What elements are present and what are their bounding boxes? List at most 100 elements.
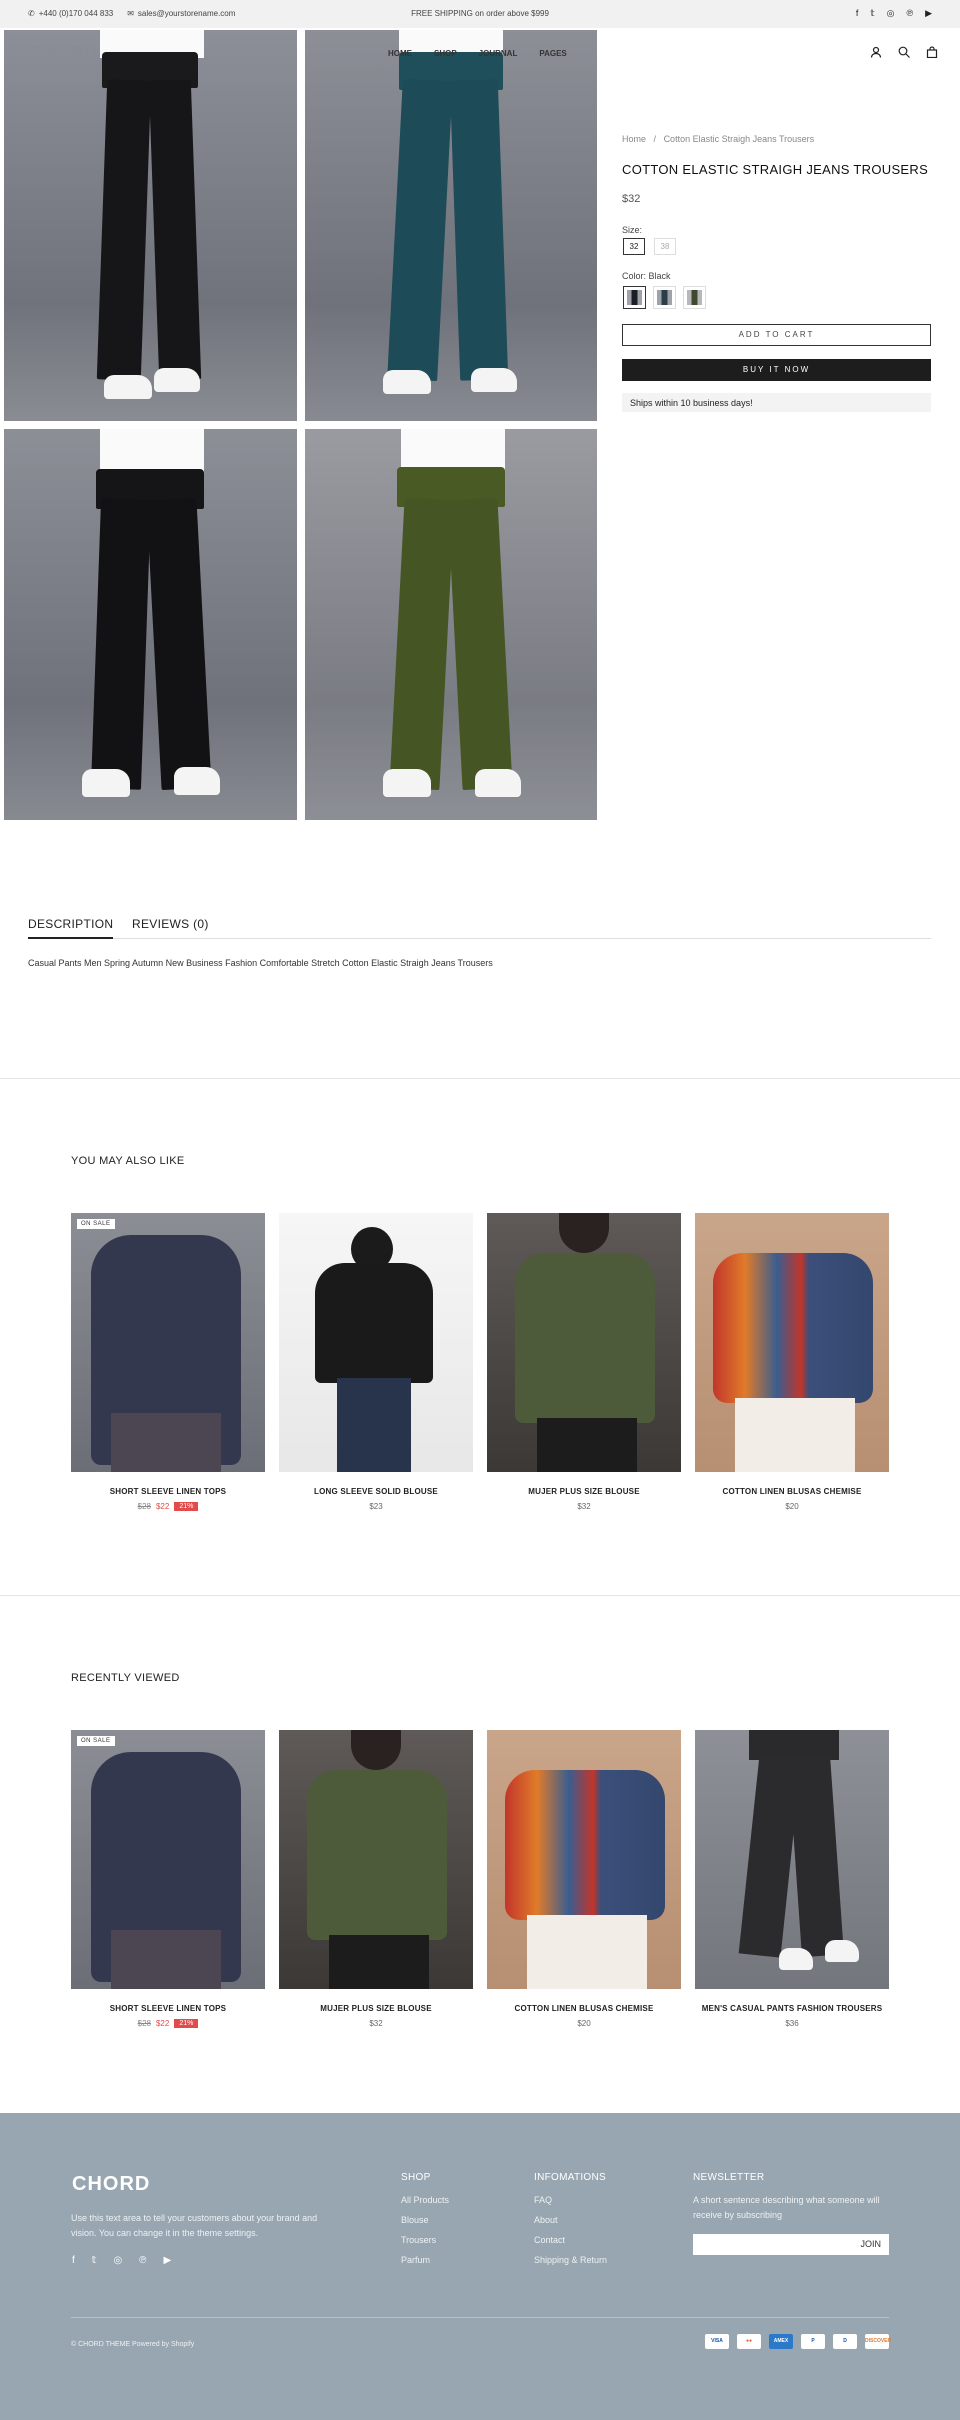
footer-logo[interactable]: CHORD [72,2173,150,2196]
product-image-black-2[interactable] [4,429,297,820]
product-image[interactable] [279,1213,473,1472]
product-card[interactable]: ON SALE SHORT SLEEVE LINEN TOPS $28 $22 21… [71,1730,265,2028]
sale-badge: ON SALE [77,1736,115,1746]
paypal-icon: P [801,2334,825,2349]
size-label: Size: [622,225,643,235]
footer-link[interactable]: Parfum [401,2255,449,2265]
nav-home[interactable]: HOME [388,49,412,58]
size-option-38[interactable]: 38 [654,238,676,255]
product-name[interactable]: MUJER PLUS SIZE BLOUSE [487,1487,681,1496]
nav-journal[interactable]: JOURNAL [479,49,518,58]
youtube-icon[interactable]: ▶ [925,8,932,19]
footer-link[interactable]: FAQ [534,2195,607,2205]
footer-link[interactable]: About [534,2215,607,2225]
product-price: $32 [577,1502,591,1511]
color-swatch-black[interactable] [623,286,646,309]
instagram-icon[interactable]: ◎ [113,2255,122,2266]
product-name[interactable]: COTTON LINEN BLUSAS CHEMISE [695,1487,889,1496]
product-name[interactable]: LONG SLEEVE SOLID BLOUSE [279,1487,473,1496]
breadcrumb: Home / Cotton Elastic Straigh Jeans Trou… [622,134,815,144]
product-price: $32 [369,2019,383,2028]
pinterest-icon[interactable]: ℗ [139,2255,146,2266]
product-name[interactable]: MEN'S CASUAL PANTS FASHION TROUSERS [695,2004,889,2013]
size-option-32[interactable]: 32 [623,238,645,255]
footer-link[interactable]: Blouse [401,2215,449,2225]
footer-link[interactable]: Trousers [401,2235,449,2245]
newsletter-title: NEWSLETTER [693,2172,765,2183]
product-description: Casual Pants Men Spring Autumn New Busin… [28,958,493,968]
main-nav: HOME SHOP JOURNAL PAGES [388,49,567,58]
amex-icon: AMEX [769,2334,793,2349]
footer-about: Use this text area to tell your customer… [71,2213,318,2238]
pinterest-icon[interactable]: ℗ [906,8,913,19]
site-logo[interactable]: CHORD [30,43,97,63]
color-swatch-teal[interactable] [653,286,676,309]
product-image[interactable] [487,1730,681,1989]
also-like-title: YOU MAY ALSO LIKE [71,1155,185,1167]
twitter-icon[interactable]: 𝕥 [870,8,874,19]
product-price: $23 [369,1502,383,1511]
product-card[interactable]: MUJER PLUS SIZE BLOUSE $32 [487,1213,681,1511]
footer-newsletter: NEWSLETTER A short sentence describing w… [693,2172,889,2255]
youtube-icon[interactable]: ▶ [164,2255,172,2266]
breadcrumb-current: Cotton Elastic Straigh Jeans Trousers [663,134,815,144]
join-button[interactable]: JOIN [860,2239,881,2249]
newsletter-email-input[interactable]: JOIN [693,2234,889,2255]
facebook-icon[interactable]: f [72,2255,75,2266]
product-price: $32 [622,193,641,205]
discount-badge: 21% [174,1502,199,1511]
product-card[interactable]: COTTON LINEN BLUSAS CHEMISE $20 [487,1730,681,2028]
add-to-cart-button[interactable]: ADD TO CART [622,324,931,346]
twitter-icon[interactable]: 𝕥 [92,2255,97,2266]
product-card[interactable]: ON SALE SHORT SLEEVE LINEN TOPS $28 $22 21… [71,1213,265,1511]
shipping-note: Ships within 10 business days! [622,393,931,412]
color-swatch-olive[interactable] [683,286,706,309]
visa-icon: VISA [705,2334,729,2349]
instagram-icon[interactable]: ◎ [887,8,895,19]
product-image-olive[interactable] [305,429,597,820]
product-name[interactable]: SHORT SLEEVE LINEN TOPS [71,1487,265,1496]
footer-info-title: INFOMATIONS [534,2172,607,2183]
product-image-black[interactable] [4,30,297,421]
nav-shop[interactable]: SHOP [434,49,457,58]
footer-link[interactable]: All Products [401,2195,449,2205]
product-image[interactable] [279,1730,473,1989]
product-image[interactable] [695,1213,889,1472]
product-card[interactable]: MEN'S CASUAL PANTS FASHION TROUSERS $36 [695,1730,889,2028]
product-tabs: DESCRIPTION REVIEWS (0) [28,917,931,939]
product-image-teal[interactable] [305,30,597,421]
breadcrumb-home[interactable]: Home [622,134,646,144]
footer-link[interactable]: Contact [534,2235,607,2245]
product-image[interactable]: ON SALE [71,1730,265,1989]
footer-shop-column: SHOP All Products Blouse Trousers Parfum [401,2172,449,2275]
product-name[interactable]: MUJER PLUS SIZE BLOUSE [279,2004,473,2013]
recently-viewed-title: RECENTLY VIEWED [71,1672,180,1684]
discover-icon: DISCOVER [865,2334,891,2349]
product-card[interactable]: COTTON LINEN BLUSAS CHEMISE $20 [695,1213,889,1511]
product-card[interactable]: MUJER PLUS SIZE BLOUSE $32 [279,1730,473,2028]
footer-info-column: INFOMATIONS FAQ About Contact Shipping &… [534,2172,607,2275]
cart-icon[interactable] [926,46,938,61]
newsletter-text: A short sentence describing what someone… [693,2195,880,2220]
powered-by-link[interactable]: Powered by Shopify [132,2341,194,2348]
product-image[interactable] [695,1730,889,1989]
footer-social-links: f 𝕥 ◎ ℗ ▶ [72,2255,171,2266]
product-name[interactable]: SHORT SLEEVE LINEN TOPS [71,2004,265,2013]
footer-divider [71,2317,889,2318]
search-icon[interactable] [898,46,910,61]
user-icon[interactable] [870,46,882,61]
discount-badge: 21% [174,2019,199,2028]
buy-now-button[interactable]: BUY IT NOW [622,359,931,381]
product-name[interactable]: COTTON LINEN BLUSAS CHEMISE [487,2004,681,2013]
product-image[interactable]: ON SALE [71,1213,265,1472]
product-card[interactable]: LONG SLEEVE SOLID BLOUSE $23 [279,1213,473,1511]
facebook-icon[interactable]: f [856,8,859,19]
product-price: $36 [785,2019,799,2028]
copyright: © CHORD THEME Powered by Shopify [71,2341,195,2348]
footer-link[interactable]: Shipping & Return [534,2255,607,2265]
divider [0,1595,960,1596]
nav-pages[interactable]: PAGES [539,49,566,58]
product-image[interactable] [487,1213,681,1472]
tab-description[interactable]: DESCRIPTION [28,917,114,939]
tab-reviews[interactable]: REVIEWS (0) [132,917,209,931]
